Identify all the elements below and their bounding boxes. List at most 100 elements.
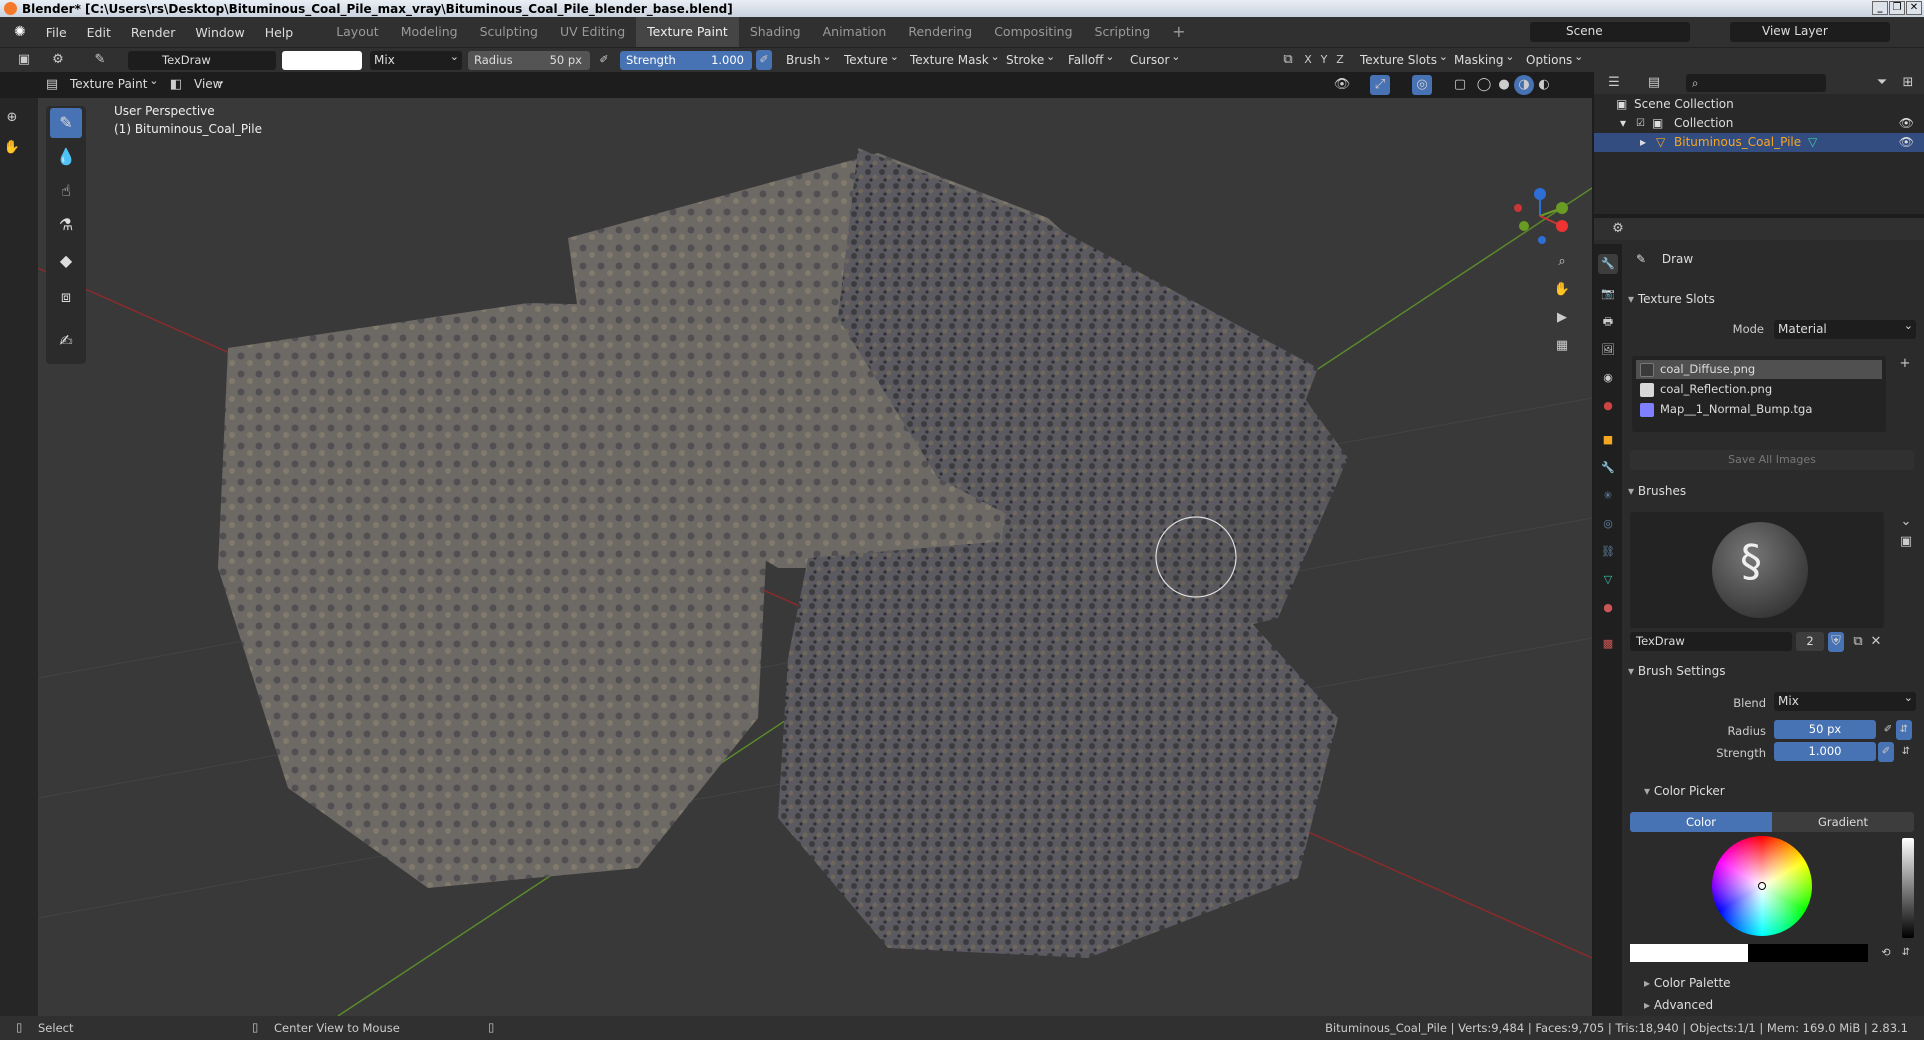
texture-slots-menu[interactable]: Texture Slots — [1356, 47, 1451, 70]
particles-tab-icon[interactable]: ✳ — [1598, 486, 1618, 506]
strength-pressure-icon[interactable]: ✐ — [756, 50, 772, 70]
outliner-collection[interactable]: ▾ ☑ ▣ Collection 👁 — [1594, 114, 1924, 133]
texture-menu[interactable]: Texture — [840, 47, 902, 70]
ortho-toggle-icon[interactable]: ▦ — [1552, 336, 1572, 356]
strength-pen-icon[interactable]: ✐ — [1878, 742, 1894, 762]
texture-slots-panel-header[interactable]: Texture Slots — [1628, 288, 1918, 310]
texture-mask-menu[interactable]: Texture Mask — [906, 47, 1003, 70]
checkbox-icon[interactable]: ☑ — [1636, 114, 1645, 133]
tool-tab-icon[interactable]: 🔧 — [1598, 254, 1618, 274]
brush-users-count[interactable]: 2 — [1796, 632, 1824, 651]
viewport-canvas[interactable] — [38, 98, 1592, 1016]
tab-layout[interactable]: Layout — [325, 17, 390, 47]
expand-chevron-icon[interactable]: ▸ — [1640, 133, 1646, 152]
material-shading-icon[interactable]: ◑ — [1514, 75, 1534, 95]
minimize-button[interactable]: _ — [1872, 1, 1888, 15]
zoom-view-icon[interactable]: ⌕ — [1552, 252, 1572, 272]
menu-edit[interactable]: Edit — [77, 25, 121, 40]
render-tab-icon[interactable]: 📷 — [1598, 284, 1618, 304]
visibility-icon[interactable]: 👁 — [1332, 75, 1352, 95]
object-tab-icon[interactable]: ■ — [1598, 430, 1618, 450]
save-all-images-button[interactable]: Save All Images — [1630, 450, 1914, 470]
texture-slot-item[interactable]: coal_Diffuse.png — [1636, 360, 1882, 379]
close-button[interactable]: ✕ — [1906, 1, 1922, 15]
view-layer-selector[interactable]: View Layer — [1730, 22, 1890, 42]
blender-menu-icon[interactable]: ✺ — [0, 24, 36, 40]
camera-view-icon[interactable]: ▶ — [1552, 308, 1572, 328]
soften-tool-icon[interactable]: 💧 — [50, 142, 82, 172]
pan-hand-icon[interactable]: ✋ — [2, 138, 22, 158]
menu-help[interactable]: Help — [255, 25, 304, 40]
cursor-menu[interactable]: Cursor — [1126, 47, 1183, 70]
gizmo-toggle-icon[interactable]: ⤢ — [1370, 75, 1390, 95]
filter-icon[interactable]: ⏷ — [1872, 73, 1892, 93]
texture-slot-item[interactable]: coal_Reflection.png — [1636, 380, 1882, 399]
radius-field[interactable]: Radius 50 px — [468, 51, 590, 70]
symmetry-icon[interactable]: ⧉ — [1278, 50, 1298, 70]
tab-animation[interactable]: Animation — [812, 17, 898, 47]
advanced-panel-header[interactable]: Advanced — [1644, 994, 1924, 1016]
paint-mask-icon[interactable]: ◧ — [166, 75, 186, 95]
solid-shading-icon[interactable]: ● — [1494, 75, 1514, 95]
3d-viewport[interactable]: User Perspective (1) Bituminous_Coal_Pil… — [38, 98, 1592, 1016]
collapse-chevron-icon[interactable]: ▾ — [1620, 114, 1626, 133]
physics-tab-icon[interactable]: ◎ — [1598, 514, 1618, 534]
xray-icon[interactable]: ▢ — [1450, 75, 1470, 95]
smear-tool-icon[interactable]: ☝ — [50, 176, 82, 206]
view-menu[interactable]: View — [190, 71, 228, 94]
secondary-color-swatch[interactable] — [1748, 944, 1868, 962]
clone-tool-icon[interactable]: ⚗ — [50, 210, 82, 240]
annotate-tool-icon[interactable]: ✍ — [50, 326, 82, 356]
unlink-brush-icon[interactable]: ✕ — [1866, 632, 1886, 652]
view-layer-tab-icon[interactable]: 🖼 — [1598, 340, 1618, 360]
stroke-menu[interactable]: Stroke — [1002, 47, 1058, 70]
data-tab-icon[interactable]: ▽ — [1598, 570, 1618, 590]
tab-sculpting[interactable]: Sculpting — [469, 17, 549, 47]
brush-settings-panel-header[interactable]: Brush Settings — [1628, 660, 1918, 682]
brush-list-dropdown-icon[interactable]: ⌄ — [1896, 512, 1916, 532]
swap-colors-icon[interactable]: ⟲ — [1876, 943, 1896, 963]
color-palette-panel-header[interactable]: Color Palette — [1644, 972, 1924, 994]
brush-name-datablock[interactable]: TexDraw — [1630, 632, 1792, 651]
color-wheel-cursor[interactable] — [1758, 882, 1766, 890]
menu-file[interactable]: File — [36, 25, 77, 40]
brush-radius-slider[interactable]: 50 px — [1774, 720, 1876, 739]
gradient-mode-tab[interactable]: Gradient — [1772, 812, 1914, 832]
scene-tab-icon[interactable]: ◉ — [1598, 368, 1618, 388]
tool-options-icon[interactable]: ⚙ — [48, 50, 68, 70]
object-visibility-icon[interactable]: 👁 — [1899, 133, 1914, 152]
draw-tool-icon[interactable]: ✎ — [50, 108, 82, 138]
radius-unified-icon[interactable]: ⇵ — [1896, 720, 1912, 740]
outliner-search-input[interactable]: ⌕ — [1686, 74, 1826, 92]
outliner-scene-collection[interactable]: ▣ Scene Collection — [1594, 95, 1924, 114]
mask-tool-icon[interactable]: ⧈ — [50, 282, 82, 312]
scene-selector[interactable]: Scene — [1530, 22, 1690, 42]
masking-menu[interactable]: Masking — [1450, 47, 1517, 70]
new-collection-icon[interactable]: ⊞ — [1898, 73, 1918, 93]
blend-mode-dropdown[interactable]: Mix — [370, 47, 462, 70]
color-wheel[interactable] — [1712, 836, 1812, 936]
material-tab-icon[interactable]: ● — [1598, 598, 1618, 618]
duplicate-brush-icon[interactable]: ⧉ — [1848, 632, 1868, 652]
outliner-object-row[interactable]: ▸ ▽ Bituminous_Coal_Pile ▽ 👁 — [1594, 133, 1924, 152]
editor-type-icon[interactable]: ▣ — [14, 50, 34, 70]
display-mode-icon[interactable]: ▤ — [1644, 73, 1664, 93]
brush-preview[interactable]: § — [1630, 512, 1884, 628]
wireframe-shading-icon[interactable]: ◯ — [1474, 75, 1494, 95]
brushes-panel-header[interactable]: Brushes — [1628, 480, 1918, 502]
brush-icon[interactable]: ✎ — [90, 50, 110, 70]
rendered-shading-icon[interactable]: ◐ — [1534, 75, 1554, 95]
menu-window[interactable]: Window — [185, 25, 254, 40]
tab-rendering[interactable]: Rendering — [897, 17, 983, 47]
texture-tab-icon[interactable]: ▩ — [1598, 634, 1618, 654]
brush-name-field[interactable]: TexDraw — [128, 51, 276, 70]
strength-slider[interactable]: Strength 1.000 — [620, 51, 752, 70]
options-menu[interactable]: Options — [1522, 47, 1586, 70]
strength-unified-icon[interactable]: ⇵ — [1896, 742, 1916, 762]
brush-menu[interactable]: Brush — [782, 47, 835, 70]
brush-strength-slider[interactable]: 1.000 — [1774, 742, 1876, 761]
brush-image-icon[interactable]: ▣ — [1896, 532, 1916, 552]
constraints-tab-icon[interactable]: ⛓ — [1598, 542, 1618, 562]
modifier-tab-icon[interactable]: 🔧 — [1598, 458, 1618, 478]
radius-pressure-icon[interactable]: ✐ — [594, 50, 614, 70]
